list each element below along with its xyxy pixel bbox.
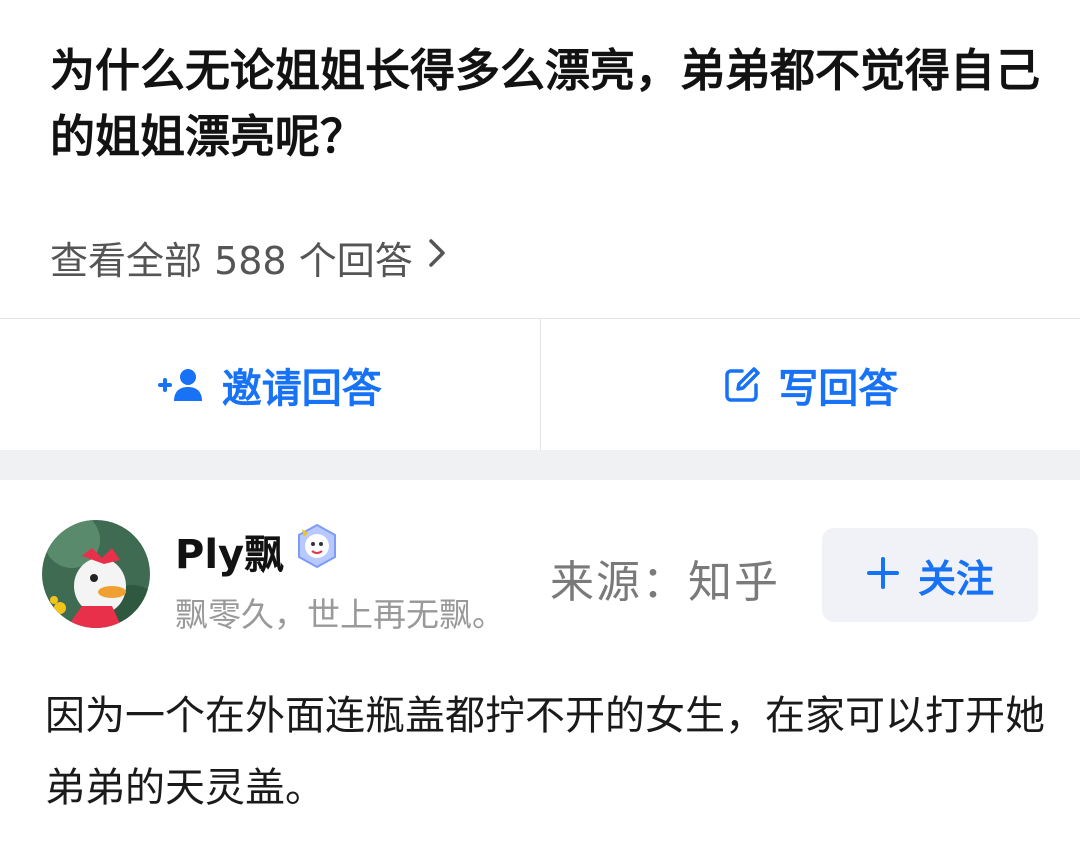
- plus-icon: [866, 550, 900, 601]
- invite-answer-button[interactable]: 邀请回答: [0, 319, 540, 451]
- add-user-icon: [157, 369, 202, 401]
- question-title: 为什么无论姐姐长得多么漂亮，弟弟都不觉得自己的姐姐漂亮呢？: [50, 44, 1041, 163]
- creator-badge-icon: [294, 523, 340, 579]
- author-name: Ply飘: [175, 532, 285, 578]
- view-all-label: 查看全部 588 个回答: [50, 238, 413, 283]
- follow-label: 关注: [917, 556, 994, 601]
- source-watermark: 来源：知乎: [550, 557, 780, 608]
- author-name-row[interactable]: Ply飘: [175, 522, 340, 580]
- edit-icon: [725, 367, 760, 402]
- view-all-answers-link[interactable]: 查看全部 588 个回答: [50, 228, 447, 286]
- author-avatar[interactable]: [42, 520, 150, 628]
- chevron-right-icon: [427, 237, 447, 278]
- write-answer-label: 写回答: [778, 366, 899, 412]
- answer-body: 因为一个在外面连瓶盖都拧不开的女生，在家可以打开她弟弟的天灵盖。: [45, 693, 1045, 811]
- question-action-bar: 邀请回答 写回答: [0, 318, 1080, 451]
- section-divider: [0, 450, 1080, 480]
- author-bio: 飘零久，世上再无飘。: [175, 595, 505, 634]
- write-answer-button[interactable]: 写回答: [539, 319, 1080, 451]
- follow-button[interactable]: 关注: [822, 528, 1038, 622]
- invite-answer-label: 邀请回答: [221, 366, 382, 412]
